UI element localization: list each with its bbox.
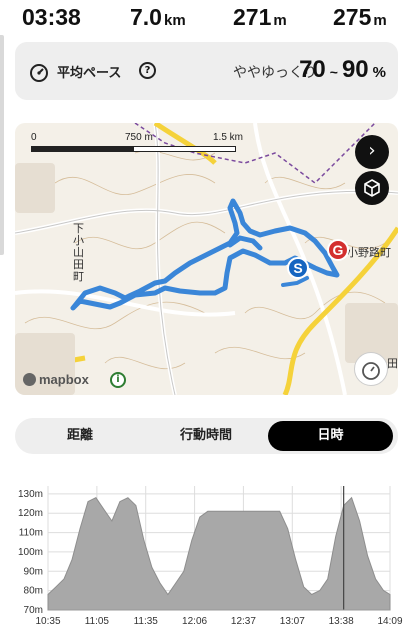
help-icon[interactable]: ? [139, 62, 156, 79]
y-tick-label: 90m [24, 566, 43, 577]
x-tick-label: 14:09 [377, 616, 402, 627]
y-tick-label: 120m [18, 508, 43, 519]
edge-panel-handle[interactable] [0, 35, 4, 255]
x-tick-label: 11:05 [85, 616, 110, 627]
route-path [70, 198, 340, 311]
chart-axis-tabs: 距離 行動時間 日時 [15, 418, 398, 454]
x-tick-label: 10:35 [35, 616, 60, 627]
speed-gauge-icon[interactable] [354, 352, 388, 386]
y-tick-label: 110m [19, 528, 43, 539]
descent-value: 275 m [333, 4, 387, 30]
stats-bar: 03:38 7.0 km 271 m 275 m [0, 0, 412, 36]
pace-range: 70 ~90% [299, 56, 386, 83]
pace-label: 平均ペース [57, 66, 122, 81]
x-tick-label: 11:35 [134, 616, 159, 627]
start-marker[interactable]: S [287, 257, 309, 279]
x-tick-label: 13:38 [329, 616, 354, 627]
tab-active-time[interactable]: 行動時間 [145, 421, 267, 451]
elapsed-time: 03:38 [22, 4, 81, 30]
y-tick-label: 80m [24, 586, 43, 597]
mapbox-logo: mapbox [23, 372, 89, 388]
goal-marker[interactable]: G [327, 239, 349, 261]
map-scale-bar: 0 750 m 1.5 km [31, 132, 251, 152]
y-tick-label: 100m [18, 547, 43, 558]
elevation-chart[interactable]: 10:35 11:05 11:35 12:06 12:37 13:07 13:38 14:09… [0, 470, 412, 640]
y-tick-label: 130m [18, 489, 43, 500]
x-tick-label: 12:37 [231, 616, 256, 627]
distance-value: 7.0 km [130, 4, 186, 30]
y-tick-label: 70m [24, 605, 43, 616]
x-tick-label: 13:07 [280, 616, 305, 627]
x-tick-label: 12:06 [182, 616, 207, 627]
ascent-value: 271 m [233, 4, 287, 30]
place-name-lower: 田 [387, 357, 398, 370]
place-name-left: 下小山田町 [73, 222, 84, 283]
elevation-area [47, 496, 391, 611]
pace-card: 平均ペース ? ややゆっくり 70 ~90% [15, 42, 398, 100]
tab-datetime[interactable]: 日時 [268, 421, 393, 451]
3d-view-cube-icon[interactable] [355, 171, 389, 205]
place-name-right: 小野路町 [347, 246, 391, 259]
route-map[interactable]: 0 750 m 1.5 km › 下小山田町 小野路町 田 S G mapbox… [15, 123, 398, 395]
navigate-arrow-icon[interactable]: › [355, 135, 389, 169]
info-icon[interactable]: i [110, 372, 126, 388]
speedometer-icon [30, 64, 48, 82]
tab-distance[interactable]: 距離 [19, 421, 141, 451]
